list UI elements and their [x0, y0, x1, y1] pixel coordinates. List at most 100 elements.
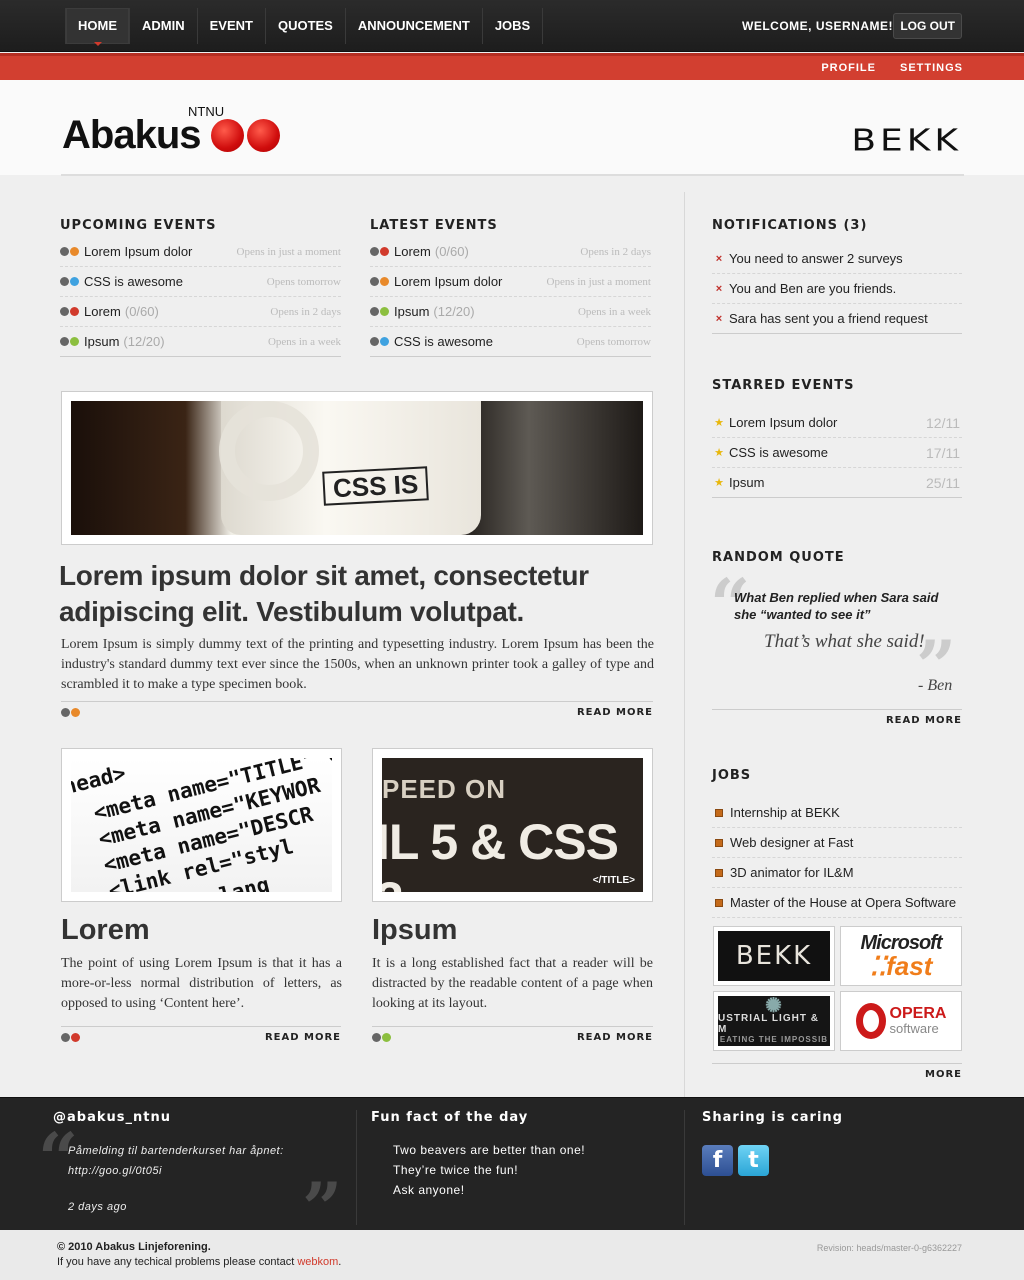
event-row[interactable]: CSS is awesome Opens tomorrow	[370, 327, 651, 357]
event-open-time: Opens in a week	[577, 305, 651, 318]
logo-dot-icon	[211, 119, 244, 152]
close-icon[interactable]: ×	[712, 313, 726, 325]
star-icon: ★	[714, 417, 724, 429]
article-2-read-more-link[interactable]: READ MORE	[577, 1032, 653, 1043]
event-row[interactable]: Lorem (0/60) Opens in 2 days	[60, 297, 341, 327]
notifications-list: × You need to answer 2 surveys × You and Be…	[712, 244, 962, 334]
event-count: (12/20)	[123, 334, 165, 349]
category-dot-icon	[370, 337, 379, 346]
subnav: PROFILE SETTINGS	[821, 62, 963, 74]
microsoft-fast-logo: Microsoft ⁚⁚fast	[845, 931, 957, 981]
event-category-dots	[60, 337, 79, 346]
article-1-read-more-link[interactable]: READ MORE	[265, 1032, 341, 1043]
article-2-title[interactable]: Ipsum	[372, 914, 457, 947]
settings-link[interactable]: SETTINGS	[900, 62, 963, 74]
sponsor-bekk[interactable]: BEKK	[713, 926, 835, 986]
event-name: CSS is awesome	[84, 274, 183, 289]
job-item[interactable]: 3D animator for IL&M	[712, 858, 962, 888]
header-divider	[61, 174, 964, 176]
profile-link[interactable]: PROFILE	[821, 62, 876, 74]
fun-fact-text: Two beavers are better than one! They’re…	[393, 1140, 585, 1200]
event-category-dots	[60, 247, 79, 256]
event-count: (0/60)	[124, 304, 159, 319]
nav-event[interactable]: EVENT	[198, 8, 266, 44]
event-name: Lorem	[84, 304, 121, 319]
starred-events-title: STARRED EVENTS	[712, 378, 855, 393]
category-dot-icon	[380, 307, 389, 316]
notification-item[interactable]: × You and Ben are you friends.	[712, 274, 962, 304]
footer-divider	[356, 1110, 357, 1225]
event-open-time: Opens tomorrow	[576, 335, 651, 348]
sponsor-ilm[interactable]: ✺ USTRIAL LIGHT & M EATING THE IMPOSSIB	[713, 991, 835, 1051]
bekk-logo[interactable]: BEKK	[851, 123, 962, 158]
close-icon[interactable]: ×	[712, 283, 726, 295]
hero-headline[interactable]: Lorem ipsum dolor sit amet, consectetur …	[59, 558, 659, 630]
hero-image-frame[interactable]: CSS IS	[61, 391, 653, 545]
article-1-image: head> <meta name="TITLE" c <meta name="K…	[71, 758, 332, 892]
article-1-title[interactable]: Lorem	[61, 914, 150, 947]
starred-event-item[interactable]: ★ Ipsum 25/11	[712, 468, 962, 498]
event-row[interactable]: Ipsum (12/20) Opens in a week	[60, 327, 341, 357]
sponsor-grid: BEKK Microsoft ⁚⁚fast ✺ USTRIAL LIGHT & …	[713, 926, 963, 1051]
bekk-sponsor-logo: BEKK	[718, 931, 830, 981]
tweet-timestamp: 2 days ago	[68, 1201, 127, 1213]
sponsor-opera[interactable]: OPERA software	[840, 991, 962, 1051]
copyright: © 2010 Abakus Linjeforening.	[57, 1241, 211, 1253]
notification-item[interactable]: × Sara has sent you a friend request	[712, 304, 962, 334]
notifications-section: NOTIFICATIONS (3) × You need to answer 2 …	[712, 218, 962, 334]
latest-events-title: LATEST EVENTS	[370, 218, 498, 233]
upcoming-events-section: UPCOMING EVENTS	[60, 218, 216, 233]
event-category-dots	[370, 337, 389, 346]
job-item[interactable]: Internship at BEKK	[712, 798, 962, 828]
event-name: Ipsum	[84, 334, 120, 349]
social-share-buttons: f t	[702, 1145, 769, 1176]
close-icon[interactable]: ×	[712, 253, 726, 265]
quote-answer: That’s what she said!	[764, 631, 925, 652]
nav-announcement[interactable]: ANNOUNCEMENT	[346, 8, 483, 44]
bottom-bar: © 2010 Abakus Linjeforening. If you have…	[0, 1230, 1024, 1280]
nav-jobs[interactable]: JOBS	[483, 8, 544, 44]
quote-meta-bar: READ MORE	[712, 709, 962, 726]
event-row[interactable]: Lorem (0/60) Opens in 2 days	[370, 237, 651, 267]
event-count: (12/20)	[433, 304, 475, 319]
event-row[interactable]: Lorem Ipsum dolor Opens in just a moment	[60, 237, 341, 267]
event-row[interactable]: Lorem Ipsum dolor Opens in just a moment	[370, 267, 651, 297]
logout-button[interactable]: LOG OUT	[893, 13, 962, 39]
article-2-image-frame[interactable]: PEED ON IL 5 & CSS 3 </TITLE>	[372, 748, 653, 902]
job-item[interactable]: Web designer at Fast	[712, 828, 962, 858]
briefcase-icon	[715, 898, 723, 907]
latest-tweet[interactable]: Påmelding til bartenderkurset har åpnet:…	[68, 1141, 338, 1181]
jobs-section: JOBS Internship at BEKK Web designer at F…	[712, 768, 962, 918]
ilm-logo: ✺ USTRIAL LIGHT & M EATING THE IMPOSSIB	[718, 996, 830, 1046]
webkom-link[interactable]: webkom	[297, 1256, 338, 1268]
hero-read-more-link[interactable]: READ MORE	[577, 707, 653, 718]
facebook-icon[interactable]: f	[702, 1145, 733, 1176]
nav-quotes[interactable]: QUOTES	[266, 8, 346, 44]
event-name: CSS is awesome	[394, 334, 493, 349]
opera-wordmark: OPERA software	[890, 1006, 947, 1036]
opera-o-icon	[855, 1003, 886, 1039]
category-dot-icon	[370, 277, 379, 286]
starred-event-item[interactable]: ★ Lorem Ipsum dolor 12/11	[712, 408, 962, 438]
event-category-dots	[60, 307, 79, 316]
notification-item[interactable]: × You need to answer 2 surveys	[712, 244, 962, 274]
twitter-icon[interactable]: t	[738, 1145, 769, 1176]
job-item[interactable]: Master of the House at Opera Software	[712, 888, 962, 918]
upcoming-events-title: UPCOMING EVENTS	[60, 218, 217, 233]
nav-admin[interactable]: ADMIN	[130, 8, 198, 44]
jobs-more-link[interactable]: MORE	[925, 1069, 962, 1080]
sponsor-microsoft-fast[interactable]: Microsoft ⁚⁚fast	[840, 926, 962, 986]
starred-event-item[interactable]: ★ CSS is awesome 17/11	[712, 438, 962, 468]
event-row[interactable]: Ipsum (12/20) Opens in a week	[370, 297, 651, 327]
opera-subtext: software	[889, 1021, 939, 1036]
opera-text: OPERA	[889, 1005, 947, 1022]
jobs-meta-bar: MORE	[712, 1063, 962, 1080]
article-1-image-frame[interactable]: head> <meta name="TITLE" c <meta name="K…	[61, 748, 342, 902]
category-dot-icon	[380, 277, 389, 286]
quote-read-more-link[interactable]: READ MORE	[886, 715, 962, 726]
abakus-logo[interactable]: NTNU Abakus	[60, 100, 290, 162]
event-row[interactable]: CSS is awesome Opens tomorrow	[60, 267, 341, 297]
notification-text: You need to answer 2 surveys	[729, 251, 903, 266]
column-divider	[684, 192, 685, 1097]
nav-home[interactable]: HOME	[65, 8, 130, 46]
